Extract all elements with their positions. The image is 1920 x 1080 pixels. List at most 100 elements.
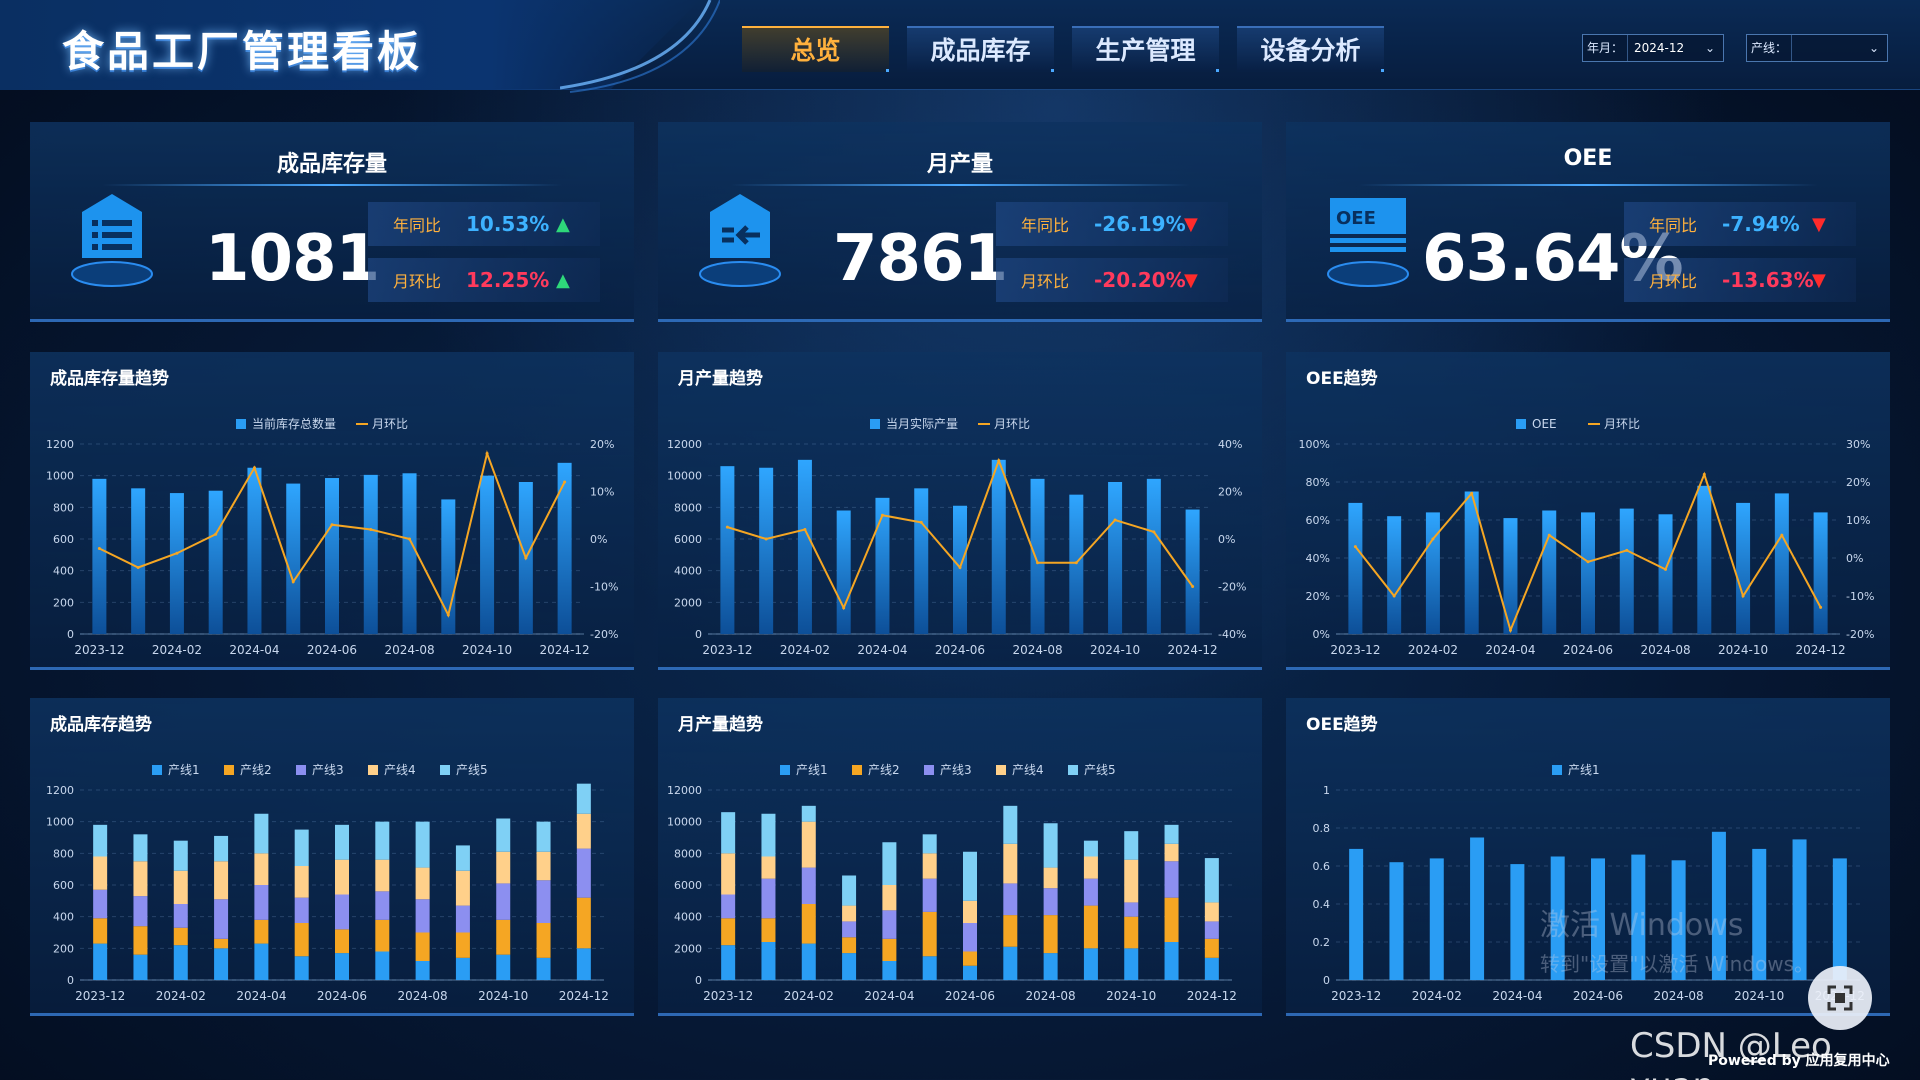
line-point — [1586, 560, 1590, 564]
legend-label: 产线2 — [868, 763, 900, 777]
x-tick-label: 2024-06 — [935, 643, 985, 657]
stacked-bar-segment — [254, 813, 269, 854]
stacked-bar-segment — [254, 943, 269, 980]
legend-label: 产线2 — [240, 763, 272, 777]
stacked-bar-segment — [415, 899, 430, 933]
y-tick-label: 0% — [1313, 628, 1330, 641]
x-tick-label: 2024-08 — [384, 643, 434, 657]
top-header: 食品工厂管理看板 总览 成品库存 生产管理 设备分析 年月： 2024-12 ⌄… — [0, 0, 1920, 93]
y2-tick-label: 10% — [590, 486, 614, 499]
chart-panel-inventory-trend: 成品库存量趋势 0 200 400 600 800 1000 1200 -20% -10% 0% 1… — [30, 352, 634, 670]
stacked-bar-segment — [1164, 861, 1179, 898]
bar — [286, 483, 301, 634]
legend-label: 产线4 — [384, 763, 416, 777]
arrow-down-icon: ▼ — [1812, 213, 1826, 235]
y-tick-label: 600 — [53, 533, 74, 546]
stacked-bar-segment — [1124, 948, 1139, 980]
line-point — [252, 466, 256, 470]
tab-equipment-analysis[interactable]: 设备分析 — [1237, 26, 1384, 72]
y2-tick-label: 20% — [590, 438, 614, 451]
legend-label: 产线3 — [940, 763, 972, 777]
line-select[interactable]: 产线： ⌄ — [1746, 34, 1888, 62]
fullscreen-button[interactable] — [1808, 966, 1872, 1030]
bar — [836, 510, 851, 634]
stacked-bar-segment — [576, 813, 591, 849]
kpi-card-monthly-output: 月产量 7861 年同比 -26.19% ▼ 月环比 -20.20% ▼ — [658, 122, 1262, 322]
stacked-bar-segment — [375, 919, 390, 952]
stacked-bar-segment — [801, 943, 816, 980]
stacked-bar-segment — [1124, 859, 1139, 903]
kpi-card-oee: OEE OEE 63.64% 年同比 -7.94% ▼ 月环比 -13.63% … — [1286, 122, 1890, 322]
stacked-bar-segment — [93, 889, 108, 919]
y-tick-label: 1 — [1323, 784, 1330, 797]
kpi-yoy-row: 年同比 -26.19% ▼ — [996, 202, 1228, 246]
title-swoosh-decoration — [560, 0, 720, 93]
stacked-bar-segment — [1043, 867, 1058, 889]
bar — [131, 488, 146, 634]
stacked-bar-segment — [801, 821, 816, 868]
stacked-bar-segment — [922, 834, 937, 854]
legend-swatch — [368, 765, 378, 775]
y-tick-label: 40% — [1306, 552, 1330, 565]
line-point — [1702, 472, 1706, 476]
stacked-bar-segment — [721, 945, 736, 980]
powered-by-text: Powered by 应用复用中心 — [1708, 1053, 1890, 1069]
tab-overview[interactable]: 总览 — [742, 26, 889, 72]
legend-swatch — [1068, 765, 1078, 775]
bar — [1069, 494, 1084, 634]
legend-label: 当前库存总数量 — [252, 416, 336, 431]
month-select[interactable]: 年月： 2024-12 ⌄ — [1582, 34, 1724, 62]
stacked-bar-segment — [93, 856, 108, 890]
stacked-bar-segment — [1003, 843, 1018, 884]
arrow-down-icon: ▼ — [1812, 269, 1826, 291]
y2-tick-label: -10% — [590, 581, 618, 594]
stacked-bar-segment — [294, 829, 309, 866]
stacked-bar-segment — [93, 824, 108, 857]
stacked-bar-segment — [721, 853, 736, 895]
bar — [1619, 508, 1634, 634]
stacked-bar-segment — [375, 859, 390, 892]
line-point — [214, 532, 218, 536]
chart-title: 成品库存量趋势 — [50, 369, 169, 389]
stacked-bar-segment — [335, 859, 349, 895]
stacked-bar-segment — [1083, 878, 1098, 906]
x-tick-label: 2024-04 — [864, 989, 914, 1003]
x-tick-label: 2024-10 — [1090, 643, 1140, 657]
chart-title: 月产量趋势 — [678, 715, 763, 735]
stacked-bar-segment — [1083, 948, 1098, 980]
legend-label: 产线3 — [312, 763, 344, 777]
stacked-bar-segment — [882, 910, 897, 939]
stacked-bar-segment — [536, 880, 551, 923]
y-tick-label: 6000 — [674, 879, 702, 892]
chart-panel-oee-trend: OEE趋势 0% 20% 40% 60% 80% 100% -20% -10% 0% 10% 20%… — [1286, 352, 1890, 670]
y-tick-label: 4000 — [674, 911, 702, 924]
tab-finished-inventory[interactable]: 成品库存 — [907, 26, 1054, 72]
x-tick-label: 2024-02 — [780, 643, 830, 657]
yoy-value: 10.53% — [466, 212, 550, 236]
title-underline — [730, 184, 1190, 186]
x-tick-label: 2023-12 — [1331, 989, 1381, 1003]
stacked-bar-segment — [1204, 902, 1219, 922]
stacked-bar-segment — [415, 821, 430, 868]
line-point — [1470, 491, 1474, 495]
line-point — [1664, 567, 1668, 571]
stacked-bar-segment — [455, 845, 470, 871]
line-point — [1392, 594, 1396, 598]
stacked-bar-segment — [842, 921, 857, 938]
chart-title: 月产量趋势 — [678, 369, 763, 389]
stacked-bar-segment — [963, 851, 977, 901]
bar — [1429, 858, 1444, 980]
line-point — [1431, 537, 1435, 541]
stacked-bar-segment — [133, 896, 148, 927]
chart-title: OEE趋势 — [1306, 715, 1378, 735]
line-point — [1353, 545, 1357, 549]
stacked-bar-segment — [214, 948, 229, 980]
stacked-bar-segment — [415, 932, 430, 961]
x-tick-label: 2024-12 — [1168, 643, 1218, 657]
x-tick-label: 2024-12 — [1796, 643, 1846, 657]
line-point — [291, 580, 295, 584]
stacked-bar-segment — [496, 851, 511, 884]
x-tick-label: 2024-10 — [478, 989, 528, 1003]
stacked-bar-segment — [455, 870, 470, 906]
tab-production-management[interactable]: 生产管理 — [1072, 26, 1219, 72]
